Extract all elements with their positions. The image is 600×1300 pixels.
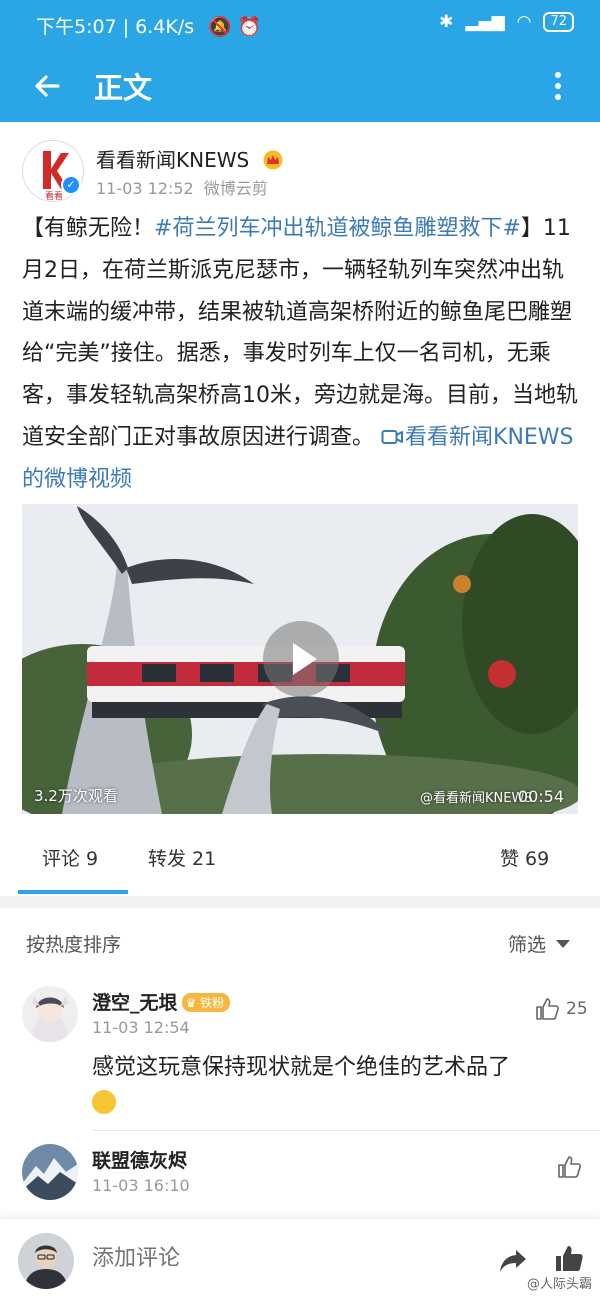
status-bar: 下午5:07 | 6.4K/s 🔕 ⏰ ✱ ▂▄▆ ◠ 72 (0, 0, 600, 50)
comment-time: 11-03 16:10 (92, 1176, 190, 1195)
status-icons: ✱ ▂▄▆ ◠ 72 (439, 12, 574, 32)
wifi-icon: ◠ (516, 12, 532, 32)
comment-input[interactable] (92, 1245, 472, 1271)
vertical-dots-icon[interactable] (538, 66, 578, 106)
page-title: 正文 (94, 71, 153, 105)
user-avatar-icon (22, 986, 78, 1042)
comment-bar: @人际头霸 (0, 1218, 600, 1300)
video-watermark: @看看新闻KNEWS (420, 791, 533, 806)
signal-icon: ▂▄▆ (465, 12, 505, 32)
comment-time: 11-03 12:54 (92, 1018, 190, 1037)
status-time-speed: 下午5:07 | 6.4K/s 🔕 ⏰ (36, 16, 262, 38)
avatar[interactable] (22, 1144, 78, 1200)
laughing-emoji-icon (92, 1090, 116, 1114)
comment-like-button[interactable]: 25 (534, 996, 588, 1022)
tab-indicator (18, 890, 128, 894)
battery-icon: 72 (543, 12, 574, 32)
post-text: 【有鲸无险！#荷兰列车冲出轨道被鲸鱼雕塑救下#】11月2日，在荷兰斯派克尼瑟市，… (22, 216, 578, 492)
comment-text: 感觉这玩意保持现状就是个绝佳的艺术品了 (92, 1050, 572, 1122)
crown-icon (263, 150, 283, 170)
share-icon[interactable] (498, 1245, 528, 1275)
comment-author[interactable]: 澄空_无垠 ♛ 铁粉 (92, 988, 231, 1015)
sort-by-hot[interactable]: 按热度排序 (26, 930, 121, 957)
play-icon (293, 643, 317, 675)
comment-author[interactable]: 联盟德灰烬 (92, 1146, 187, 1173)
play-button[interactable] (263, 621, 339, 697)
comment-like-button[interactable] (556, 1154, 582, 1180)
comment-divider (92, 1130, 600, 1131)
bluetooth-icon: ✱ (439, 12, 454, 32)
post-meta: 11-03 12:52 微博云剪 (96, 175, 268, 199)
post-tabs: 评论 9 转发 21 赞 69 (0, 830, 600, 894)
caret-down-icon (556, 940, 570, 948)
tab-reposts[interactable]: 转发 21 (148, 844, 216, 871)
video-duration: 00:54 (517, 787, 564, 806)
hashtag-link[interactable]: #荷兰列车冲出轨道被鲸鱼雕塑救下# (154, 216, 521, 241)
post-time: 11-03 12:52 (96, 179, 194, 198)
video-player[interactable]: 3.2万次观看 @看看新闻KNEWS 00:54 (22, 504, 578, 814)
app-bar: 正文 (0, 50, 600, 122)
video-link-icon (381, 429, 404, 444)
filter-dropdown[interactable]: 筛选 (508, 930, 570, 957)
my-avatar[interactable] (18, 1233, 74, 1289)
video-views: 3.2万次观看 (34, 787, 118, 805)
thumbs-up-icon (558, 1156, 581, 1178)
fan-badge: ♛ 铁粉 (181, 993, 231, 1012)
post-source: 微博云剪 (203, 179, 268, 198)
user-avatar-icon (18, 1233, 74, 1289)
source-watermark: @人际头霸 (526, 1277, 592, 1292)
thumbs-up-icon (536, 998, 559, 1020)
avatar[interactable] (22, 986, 78, 1042)
svg-text:看看: 看看 (45, 190, 63, 202)
tab-likes[interactable]: 赞 69 (500, 844, 549, 871)
user-avatar-icon (22, 1144, 78, 1200)
thumbs-up-icon[interactable] (554, 1243, 584, 1273)
section-divider (0, 896, 600, 908)
arrow-left-icon[interactable] (28, 66, 68, 106)
tab-comments[interactable]: 评论 9 (42, 844, 98, 871)
author-name[interactable]: 看看新闻KNEWS (96, 144, 284, 173)
verified-badge-icon: ✓ (61, 175, 81, 195)
mute-alarm-icon: 🔕 ⏰ (208, 16, 262, 38)
